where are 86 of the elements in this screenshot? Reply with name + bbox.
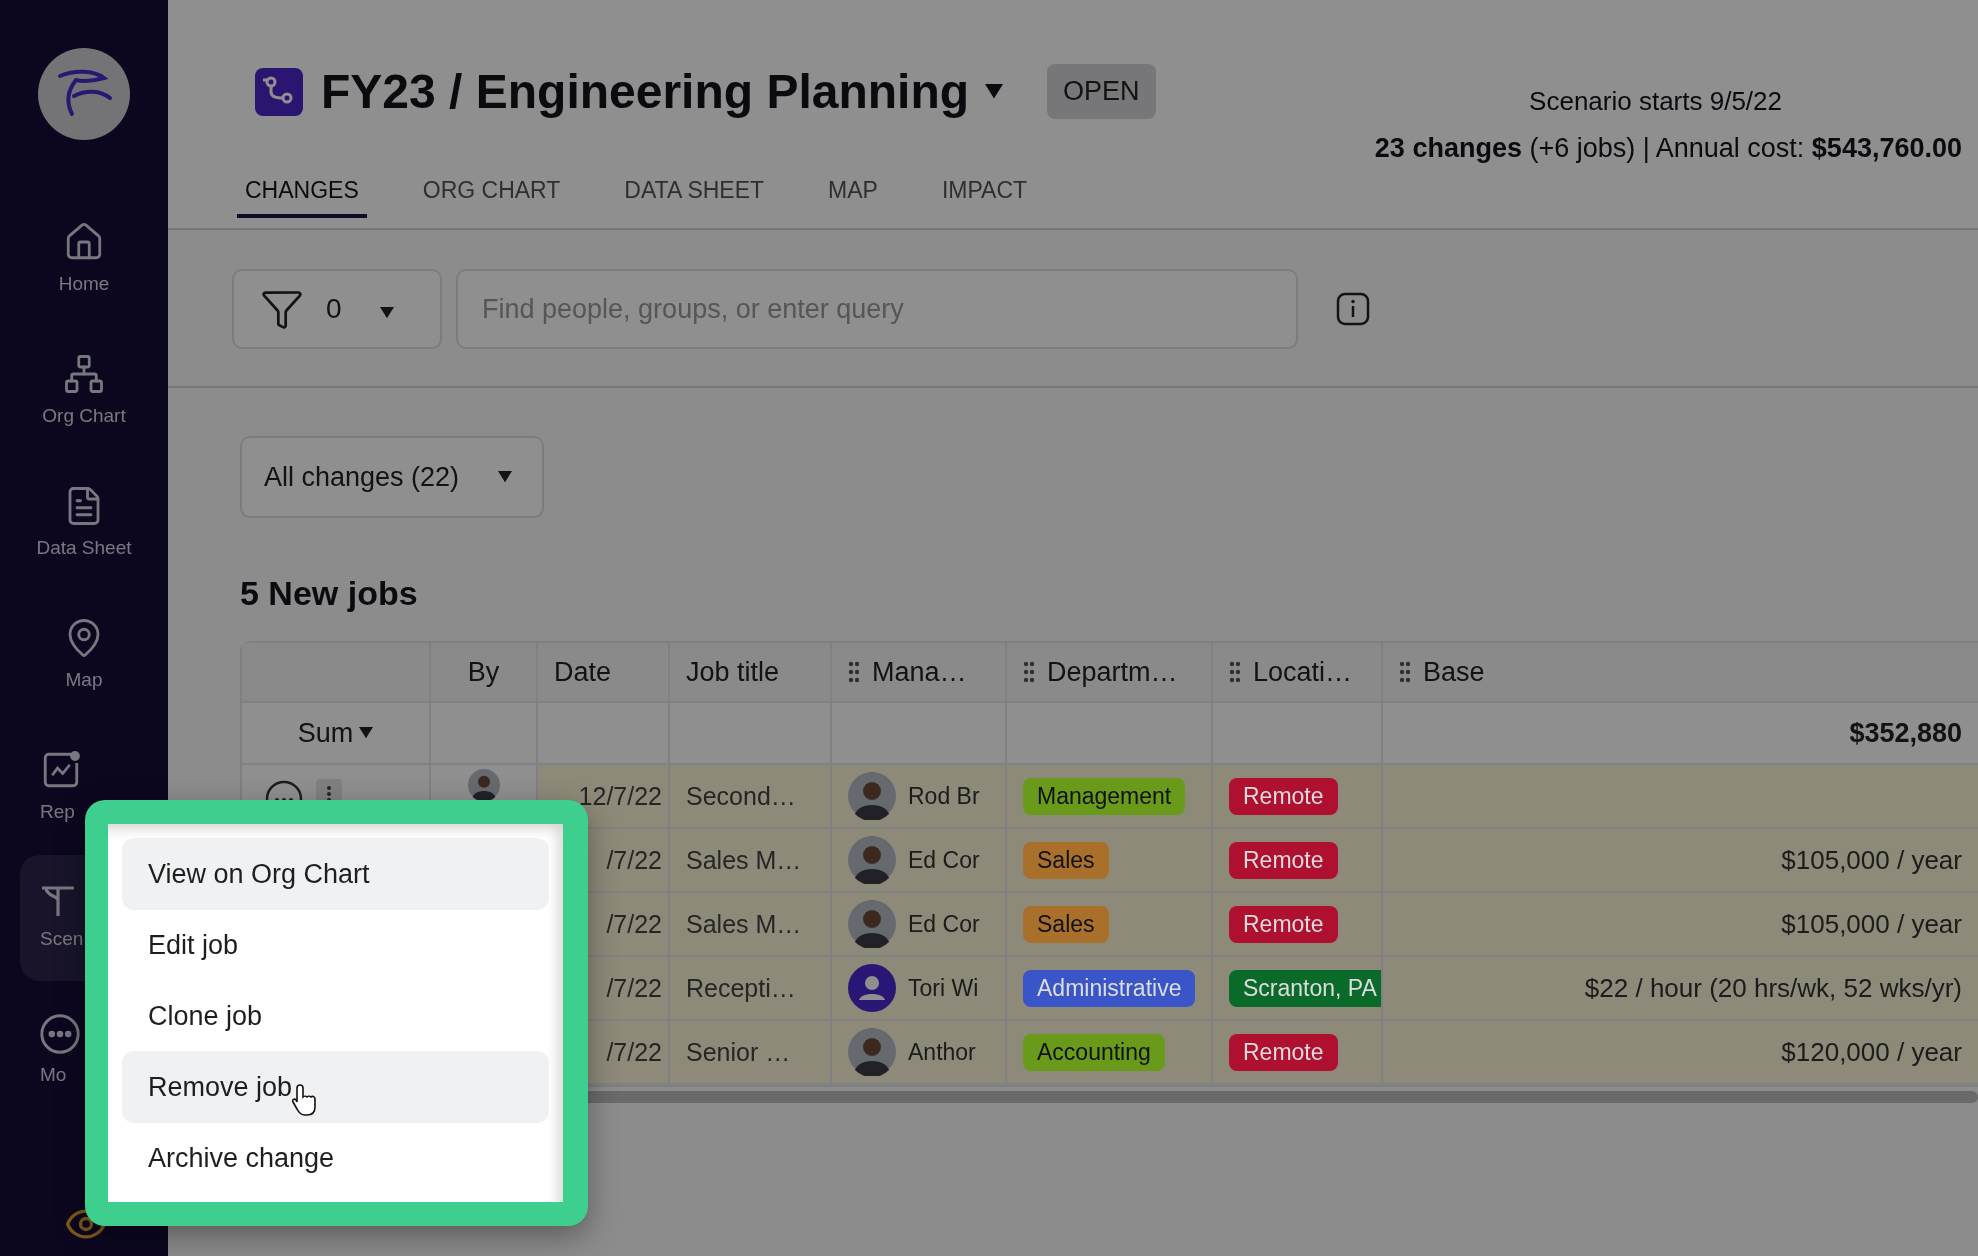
department-tag: Sales (1023, 905, 1109, 943)
view-dropdown[interactable]: All changes (22) (240, 436, 544, 518)
nav-item[interactable]: Map (20, 591, 148, 717)
caret-icon (379, 306, 394, 318)
drag-handle-icon[interactable] (1023, 661, 1035, 683)
nav-label: Rep (40, 801, 75, 823)
nav-item[interactable]: Home (20, 195, 148, 321)
nav-label: Home (58, 273, 110, 295)
manager-name: Rod Br (908, 782, 980, 810)
manager-name: Ed Cor (908, 846, 980, 874)
tab[interactable]: IMPACT (933, 177, 1036, 218)
drag-handle-icon[interactable] (848, 661, 860, 683)
location-tag: Remote (1229, 1033, 1338, 1071)
sum-dropdown[interactable]: Sum (291, 716, 380, 750)
job-title-cell: Senior … (686, 1037, 791, 1067)
job-title-cell: Sales M… (686, 845, 802, 875)
org-chart-icon (63, 353, 105, 395)
scenario-start: Scenario starts 9/5/22 (1529, 86, 1782, 117)
nav-item[interactable]: Org Chart (20, 327, 148, 453)
sum-total: $352,880 (1849, 717, 1962, 749)
column-header[interactable]: Base (1383, 643, 1978, 701)
search-field[interactable]: Find people, groups, or enter query (456, 269, 1298, 349)
location-tag: Remote (1229, 905, 1338, 943)
tab[interactable]: ORG CHART (414, 177, 569, 218)
avatar (848, 772, 896, 820)
drag-handle-icon[interactable] (1399, 661, 1411, 683)
menu-item[interactable]: View on Org Chart (122, 838, 549, 910)
date-cell: /7/22 (606, 909, 662, 939)
scenario-summary: 23 changes (+6 jobs) | Annual cost: $543,760.00 (1374, 133, 1962, 164)
avatar (848, 900, 896, 948)
column-header[interactable]: Job title (670, 643, 832, 701)
more-icon (40, 1014, 80, 1054)
date-cell: /7/22 (606, 973, 662, 1003)
nav-item[interactable]: Data Sheet (20, 459, 148, 585)
avatar (848, 1028, 896, 1076)
caret-icon (498, 471, 512, 483)
column-header[interactable]: Mana… (832, 643, 1007, 701)
column-header[interactable]: Departm… (1007, 643, 1213, 701)
column-header[interactable]: By (431, 643, 538, 701)
date-cell: /7/22 (606, 1037, 662, 1067)
menu-item[interactable]: Remove job (122, 1051, 549, 1123)
date-cell: /7/22 (606, 845, 662, 875)
status-badge: OPEN (1047, 64, 1156, 119)
job-title-cell: Second… (686, 781, 796, 811)
scenario-icon (255, 67, 303, 116)
department-tag: Management (1023, 777, 1186, 815)
job-title-cell: Sales M… (686, 909, 802, 939)
nav-label: Org Chart (42, 405, 126, 427)
caret-icon (985, 84, 1004, 99)
scenario-icon (40, 886, 76, 918)
location-tag: Remote (1229, 777, 1338, 815)
nav-label: Data Sheet (36, 537, 132, 559)
menu-item[interactable]: Archive change (122, 1122, 549, 1194)
location-tag: Remote (1229, 841, 1338, 879)
job-title-cell: Recepti… (686, 973, 796, 1003)
department-tag: Administrative (1023, 969, 1196, 1007)
column-header[interactable]: Date (538, 643, 670, 701)
caret-icon (359, 727, 374, 739)
location-tag: Scranton, PA (1229, 969, 1381, 1007)
section-title: 5 New jobs (240, 574, 419, 613)
department-tag: Sales (1023, 841, 1109, 879)
avatar (848, 836, 896, 884)
page-title: FY23 / Engineering Planning (321, 64, 970, 119)
date-cell: 12/7/22 (578, 781, 662, 811)
department-tag: Accounting (1023, 1033, 1165, 1071)
nav-label: Mo (40, 1064, 67, 1086)
manager-name: Tori Wi (908, 974, 979, 1002)
tab[interactable]: MAP (820, 177, 886, 218)
tab[interactable]: DATA SHEET (616, 177, 773, 218)
base-pay-cell: $120,000 / year (1781, 1036, 1962, 1068)
avatar (467, 769, 500, 801)
avatar-placeholder-icon (848, 964, 896, 1012)
hand-cursor-icon (292, 1083, 318, 1117)
manager-name: Ed Cor (908, 910, 980, 938)
drag-handle-icon[interactable] (1229, 661, 1241, 683)
filter-button[interactable]: 0 (232, 269, 442, 349)
nav-label: Map (65, 669, 103, 691)
info-icon[interactable] (1336, 292, 1370, 326)
manager-name: Anthor (908, 1038, 976, 1066)
base-pay-cell: $22 / hour (20 hrs/wk, 52 wks/yr) (1584, 972, 1962, 1004)
base-pay-cell: $105,000 / year (1781, 844, 1962, 876)
column-header[interactable]: Locati… (1213, 643, 1383, 701)
vertical-dots-icon (327, 785, 331, 803)
base-pay-cell: $105,000 / year (1781, 908, 1962, 940)
tab[interactable]: CHANGES (237, 177, 367, 218)
nav-label: Scen (40, 928, 84, 950)
